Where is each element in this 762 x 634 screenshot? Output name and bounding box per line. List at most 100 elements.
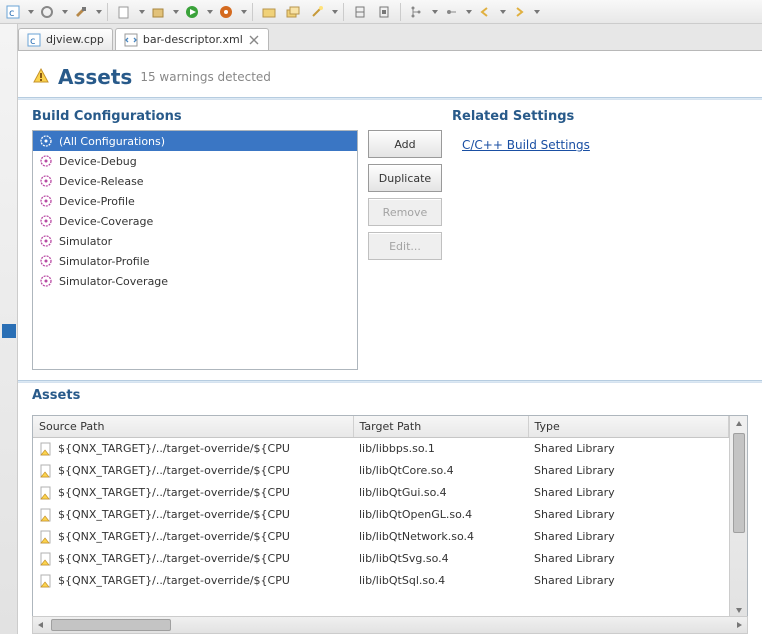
toolbar-build-icon[interactable] [36, 2, 58, 22]
target-path-cell: lib/libQtOpenGL.so.4 [353, 504, 528, 526]
chevron-down-icon[interactable] [207, 10, 213, 14]
toolbar-wand-icon[interactable] [306, 2, 328, 22]
chevron-down-icon[interactable] [139, 10, 145, 14]
view-gutter [0, 24, 18, 634]
config-list-item[interactable]: Device-Coverage [33, 211, 357, 231]
tab-label: djview.cpp [46, 33, 104, 46]
toolbar-separator [107, 3, 108, 21]
chevron-down-icon[interactable] [241, 10, 247, 14]
assets-table-container: Source Path Target Path Type ${QNX_TARGE… [32, 415, 748, 619]
file-warning-icon [39, 552, 53, 566]
config-list-item[interactable]: Device-Release [33, 171, 357, 191]
toolbar-forward-icon[interactable] [508, 2, 530, 22]
table-row[interactable]: ${QNX_TARGET}/../target-override/${CPU li… [33, 504, 729, 526]
assets-table-scroll[interactable]: Source Path Target Path Type ${QNX_TARGE… [33, 416, 729, 618]
type-cell: Shared Library [528, 460, 729, 482]
config-list-item[interactable]: Device-Debug [33, 151, 357, 171]
build-configurations-list[interactable]: (All Configurations) Device-Debug Device-R… [32, 130, 358, 370]
target-path-cell: lib/libQtNetwork.so.4 [353, 526, 528, 548]
config-list-label: Device-Coverage [59, 215, 153, 228]
scroll-left-icon[interactable] [33, 617, 49, 633]
config-list-label: Device-Debug [59, 155, 137, 168]
chevron-down-icon[interactable] [332, 10, 338, 14]
toolbar-run-icon[interactable] [181, 2, 203, 22]
config-list-item[interactable]: Simulator-Profile [33, 251, 357, 271]
tab-djview-cpp[interactable]: c djview.cpp [18, 28, 113, 50]
chevron-down-icon[interactable] [432, 10, 438, 14]
horizontal-scrollbar[interactable] [32, 616, 748, 634]
toolbar-hammer-icon[interactable] [70, 2, 92, 22]
type-cell: Shared Library [528, 504, 729, 526]
file-warning-icon [39, 508, 53, 522]
chevron-down-icon[interactable] [173, 10, 179, 14]
chevron-down-icon[interactable] [500, 10, 506, 14]
chevron-down-icon[interactable] [534, 10, 540, 14]
file-warning-icon [39, 530, 53, 544]
scrollbar-track[interactable] [49, 617, 731, 633]
target-path-cell: lib/libQtSql.so.4 [353, 570, 528, 592]
toolbar-separator [343, 3, 344, 21]
config-list-item[interactable]: Simulator-Coverage [33, 271, 357, 291]
column-header-source[interactable]: Source Path [33, 416, 353, 438]
source-path-cell: ${QNX_TARGET}/../target-override/${CPU [58, 508, 290, 521]
toolbar-separator [400, 3, 401, 21]
table-row[interactable]: ${QNX_TARGET}/../target-override/${CPUli… [33, 570, 729, 592]
config-list-item[interactable]: Device-Profile [33, 191, 357, 211]
close-icon[interactable] [248, 34, 260, 46]
table-row[interactable]: ${QNX_TARGET}/../target-override/${CPUli… [33, 460, 729, 482]
editor-tab-row: c djview.cpp bar-descriptor.xml [18, 24, 762, 50]
column-header-target[interactable]: Target Path [353, 416, 528, 438]
column-header-type[interactable]: Type [528, 416, 729, 438]
target-icon [39, 154, 53, 168]
target-icon [39, 234, 53, 248]
table-row[interactable]: ${QNX_TARGET}/../target-override/${CPUli… [33, 438, 729, 460]
target-icon [39, 274, 53, 288]
toolbar-toggle-block-icon[interactable] [349, 2, 371, 22]
chevron-down-icon[interactable] [96, 10, 102, 14]
file-warning-icon [39, 442, 53, 456]
toolbar-folder-icon[interactable] [258, 2, 280, 22]
config-list-item[interactable]: Simulator [33, 231, 357, 251]
toolbar-toggle-mark-icon[interactable] [373, 2, 395, 22]
file-warning-icon [39, 464, 53, 478]
toolbar-new-icon[interactable] [113, 2, 135, 22]
toolbar-package-icon[interactable] [147, 2, 169, 22]
chevron-down-icon[interactable] [62, 10, 68, 14]
toolbar-folders-icon[interactable] [282, 2, 304, 22]
config-list-label: Simulator-Profile [59, 255, 150, 268]
scroll-right-icon[interactable] [731, 617, 747, 633]
type-cell: Shared Library [528, 548, 729, 570]
toolbar-nav-tree-icon[interactable] [406, 2, 428, 22]
config-list-label: Simulator-Coverage [59, 275, 168, 288]
config-list-label: Simulator [59, 235, 112, 248]
table-row[interactable]: ${QNX_TARGET}/../target-override/${CPUli… [33, 482, 729, 504]
vertical-scrollbar[interactable] [729, 416, 747, 618]
scroll-up-icon[interactable] [730, 416, 747, 432]
toolbar-c-icon[interactable]: c [2, 2, 24, 22]
edit-button: Edit... [368, 232, 442, 260]
source-path-cell: ${QNX_TARGET}/../target-override/${CPU [58, 464, 290, 477]
type-cell: Shared Library [528, 438, 729, 460]
source-path-cell: ${QNX_TARGET}/../target-override/${CPU [58, 486, 290, 499]
table-row[interactable]: ${QNX_TARGET}/../target-override/${CPUli… [33, 526, 729, 548]
table-row[interactable]: ${QNX_TARGET}/../target-override/${CPUli… [33, 548, 729, 570]
type-cell: Shared Library [528, 570, 729, 592]
scrollbar-thumb[interactable] [733, 433, 745, 533]
chevron-down-icon[interactable] [466, 10, 472, 14]
scrollbar-thumb[interactable] [51, 619, 171, 631]
toolbar-nav-leaf-icon[interactable] [440, 2, 462, 22]
tab-label: bar-descriptor.xml [143, 33, 243, 46]
svg-text:c: c [9, 8, 15, 19]
target-path-cell: lib/libQtSvg.so.4 [353, 548, 528, 570]
remove-button: Remove [368, 198, 442, 226]
cpp-build-settings-link[interactable]: C/C++ Build Settings [462, 138, 590, 152]
toolbar-debug-run-icon[interactable] [215, 2, 237, 22]
add-button[interactable]: Add [368, 130, 442, 158]
gutter-marker[interactable] [2, 324, 16, 338]
toolbar-back-icon[interactable] [474, 2, 496, 22]
duplicate-button[interactable]: Duplicate [368, 164, 442, 192]
chevron-down-icon[interactable] [28, 10, 34, 14]
tab-bar-descriptor-xml[interactable]: bar-descriptor.xml [115, 28, 269, 50]
section-heading-assets: Assets [32, 385, 748, 409]
config-list-item[interactable]: (All Configurations) [33, 131, 357, 151]
